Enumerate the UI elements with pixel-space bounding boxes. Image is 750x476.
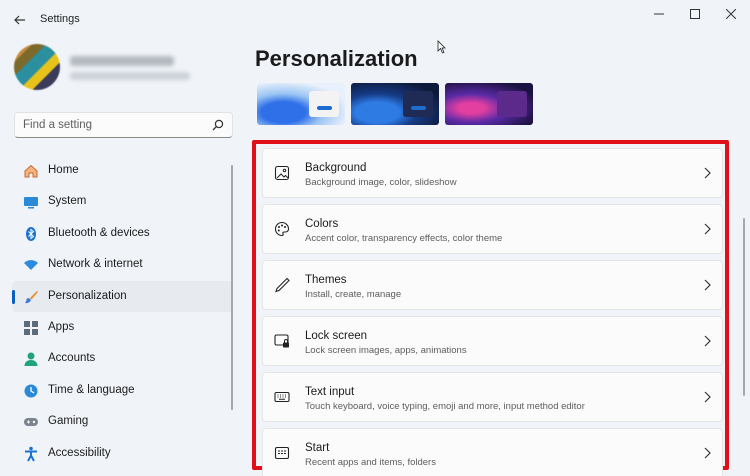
sidebar-item-label: Accessibility bbox=[48, 446, 111, 459]
avatar bbox=[14, 44, 60, 90]
image-icon bbox=[273, 164, 291, 182]
active-indicator bbox=[12, 289, 15, 304]
sidebar-item-bluetooth[interactable]: Bluetooth & devices bbox=[12, 218, 233, 249]
sidebar-item-label: Personalization bbox=[48, 289, 127, 302]
page-title: Personalization bbox=[255, 46, 418, 71]
theme-accent-bar bbox=[411, 106, 426, 110]
sidebar-item-label: Apps bbox=[48, 320, 75, 333]
minimize-icon bbox=[654, 13, 664, 15]
sidebar-item-label: Bluetooth & devices bbox=[48, 226, 150, 239]
sidebar-item-accessibility[interactable]: Accessibility bbox=[12, 438, 233, 469]
card-subtitle: Background image, color, slideshow bbox=[305, 177, 457, 188]
card-subtitle: Touch keyboard, voice typing, emoji and … bbox=[305, 401, 585, 412]
accounts-icon bbox=[22, 350, 40, 368]
sidebar-nav: Home System Bluetooth & devices Network … bbox=[12, 155, 233, 469]
sidebar-item-label: Time & language bbox=[48, 383, 135, 396]
back-arrow-icon bbox=[14, 15, 25, 25]
theme-thumbnail-dark-blue[interactable] bbox=[351, 83, 439, 125]
sidebar-item-gaming[interactable]: Gaming bbox=[12, 406, 233, 437]
user-profile[interactable] bbox=[14, 44, 234, 90]
search-input[interactable]: Find a setting bbox=[23, 119, 92, 131]
sidebar-item-system[interactable]: System bbox=[12, 186, 233, 217]
chevron-right-icon bbox=[704, 279, 711, 291]
card-start[interactable]: Start Recent apps and items, folders bbox=[262, 428, 723, 476]
card-subtitle: Recent apps and items, folders bbox=[305, 457, 436, 468]
apps-icon bbox=[22, 319, 40, 337]
sidebar-item-personalization[interactable]: Personalization bbox=[12, 280, 233, 312]
close-button[interactable] bbox=[713, 4, 749, 24]
user-email-redacted bbox=[70, 72, 190, 80]
card-title: Themes bbox=[305, 274, 347, 286]
mouse-cursor-icon bbox=[437, 40, 446, 54]
title-bar: Settings bbox=[0, 0, 750, 38]
sidebar-item-network[interactable]: Network & internet bbox=[12, 249, 233, 280]
bluetooth-icon bbox=[22, 225, 40, 243]
brush-icon bbox=[22, 288, 40, 306]
palette-icon bbox=[273, 220, 291, 238]
card-subtitle: Install, create, manage bbox=[305, 289, 402, 300]
sidebar-item-accounts[interactable]: Accounts bbox=[12, 343, 233, 374]
card-title: Background bbox=[305, 162, 367, 174]
start-icon bbox=[273, 444, 291, 462]
card-themes[interactable]: Themes Install, create, manage bbox=[262, 260, 723, 310]
settings-window: Settings Find a setting Home System Blue… bbox=[0, 0, 750, 476]
theme-window-preview bbox=[497, 91, 527, 117]
card-lock-screen[interactable]: Lock screen Lock screen images, apps, an… bbox=[262, 316, 723, 366]
minimize-button[interactable] bbox=[641, 4, 677, 24]
back-button[interactable] bbox=[8, 8, 32, 32]
system-icon bbox=[22, 193, 40, 211]
lock-screen-icon bbox=[273, 332, 291, 350]
card-subtitle: Lock screen images, apps, animations bbox=[305, 345, 467, 356]
sidebar-item-label: Accounts bbox=[48, 352, 96, 365]
theme-accent-bar bbox=[505, 106, 520, 110]
search-box[interactable]: Find a setting bbox=[14, 112, 233, 138]
main-scrollbar[interactable] bbox=[743, 218, 745, 396]
sidebar-item-home[interactable]: Home bbox=[12, 155, 233, 186]
highlight-box: Background Background image, color, slid… bbox=[252, 140, 729, 476]
card-title: Colors bbox=[305, 218, 339, 230]
accessibility-icon bbox=[22, 445, 40, 463]
user-name-redacted bbox=[70, 56, 174, 66]
theme-thumbnail-purple[interactable] bbox=[445, 83, 533, 125]
theme-thumbnails bbox=[257, 83, 537, 125]
close-icon bbox=[726, 9, 736, 19]
wifi-icon bbox=[22, 256, 40, 274]
sidebar-item-label: Gaming bbox=[48, 415, 89, 428]
chevron-right-icon bbox=[704, 335, 711, 347]
sidebar-item-label: System bbox=[48, 195, 87, 208]
card-title: Text input bbox=[305, 386, 355, 398]
theme-window-preview bbox=[403, 91, 433, 117]
home-icon bbox=[22, 162, 40, 180]
sidebar-item-apps[interactable]: Apps bbox=[12, 312, 233, 343]
chevron-right-icon bbox=[704, 391, 711, 403]
card-background[interactable]: Background Background image, color, slid… bbox=[262, 148, 723, 198]
theme-window-preview bbox=[309, 91, 339, 117]
maximize-icon bbox=[690, 9, 700, 19]
sidebar-scrollbar[interactable] bbox=[231, 165, 233, 410]
keyboard-icon bbox=[273, 388, 291, 406]
card-title: Start bbox=[305, 442, 330, 454]
card-colors[interactable]: Colors Accent color, transparency effect… bbox=[262, 204, 723, 254]
maximize-button[interactable] bbox=[677, 4, 713, 24]
sidebar-item-label: Home bbox=[48, 164, 79, 176]
search-icon bbox=[212, 119, 224, 131]
clock-icon bbox=[22, 382, 40, 400]
chevron-right-icon bbox=[704, 447, 711, 459]
app-title: Settings bbox=[40, 13, 80, 25]
sidebar-item-label: Network & internet bbox=[48, 258, 143, 271]
chevron-right-icon bbox=[704, 167, 711, 179]
chevron-right-icon bbox=[704, 223, 711, 235]
sidebar-item-time-language[interactable]: Time & language bbox=[12, 375, 233, 406]
theme-accent-bar bbox=[317, 106, 332, 110]
pen-icon bbox=[273, 276, 291, 294]
gamepad-icon bbox=[22, 413, 40, 431]
card-subtitle: Accent color, transparency effects, colo… bbox=[305, 233, 503, 244]
card-title: Lock screen bbox=[305, 330, 368, 342]
card-text-input[interactable]: Text input Touch keyboard, voice typing,… bbox=[262, 372, 723, 422]
theme-thumbnail-light[interactable] bbox=[257, 83, 345, 125]
